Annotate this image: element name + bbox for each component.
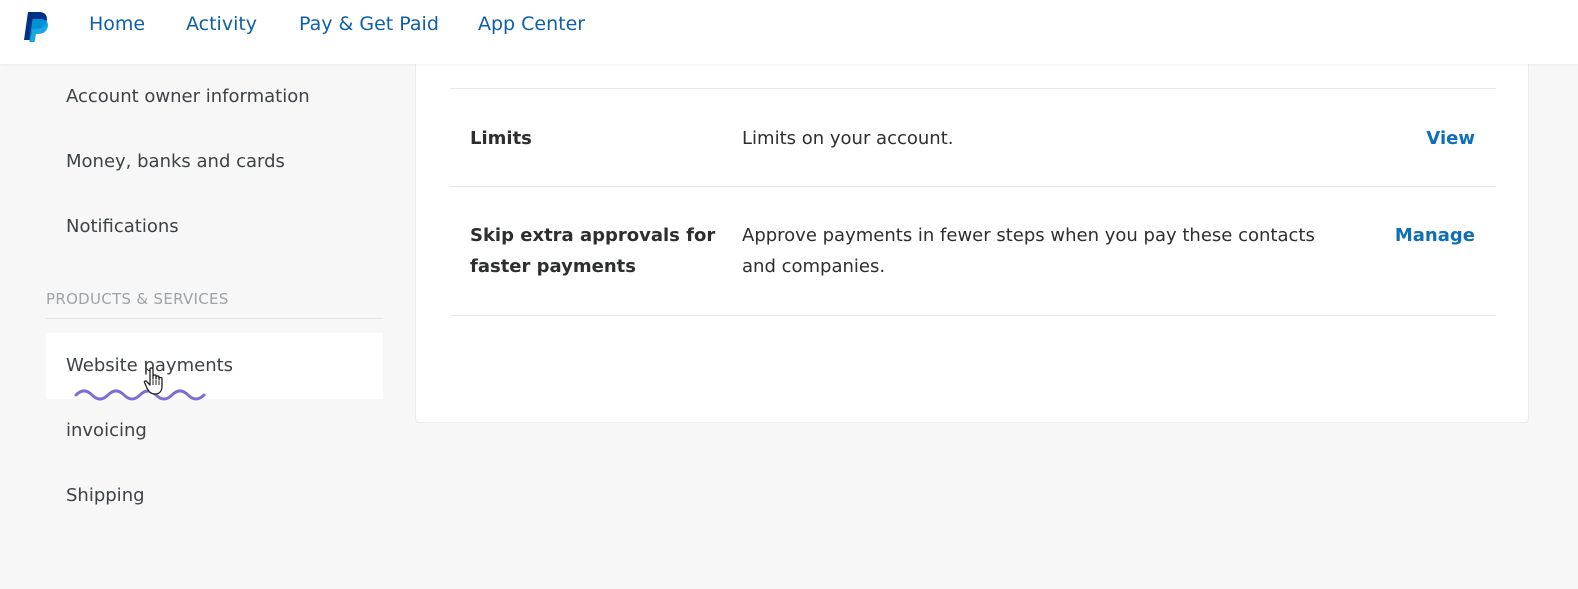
paypal-logo-icon[interactable] — [20, 10, 50, 44]
row-description-skip-approvals-line1: Approve payments in fewer steps when you… — [742, 225, 1315, 246]
sidebar-item-money-banks-cards[interactable]: Money, banks and cards — [46, 129, 383, 195]
nav-home[interactable]: Home — [89, 13, 145, 35]
row-title-limits: Limits — [470, 128, 532, 149]
sidebar-item-shipping[interactable]: Shipping — [46, 463, 383, 529]
nav-app-center[interactable]: App Center — [478, 13, 585, 35]
view-limits-link[interactable]: View — [1426, 123, 1475, 154]
row-description-limits: Limits on your account. — [742, 128, 954, 149]
row-divider — [450, 88, 1496, 89]
squiggle-annotation-icon — [74, 389, 206, 401]
manage-skip-approvals-link[interactable]: Manage — [1395, 220, 1475, 251]
nav-activity[interactable]: Activity — [186, 13, 257, 35]
row-description-skip-approvals-line2: and companies. — [742, 256, 886, 277]
sidebar-item-account-owner-information[interactable]: Account owner information — [46, 64, 383, 130]
row-title-skip-approvals-line1: Skip extra approvals for — [470, 225, 716, 246]
section-heading-products-services: PRODUCTS & SERVICES — [46, 290, 229, 308]
nav-pay-and-get-paid[interactable]: Pay & Get Paid — [299, 13, 439, 35]
sidebar-item-notifications[interactable]: Notifications — [46, 194, 383, 260]
row-divider — [450, 186, 1496, 187]
section-divider — [46, 318, 383, 319]
sidebar-item-invoicing[interactable]: invoicing — [46, 398, 383, 464]
top-navigation-bar: Home Activity Pay & Get Paid App Center — [0, 0, 1578, 64]
hand-pointer-icon — [143, 367, 163, 395]
row-title-skip-approvals-line2: faster payments — [470, 256, 636, 277]
row-divider — [450, 315, 1496, 316]
